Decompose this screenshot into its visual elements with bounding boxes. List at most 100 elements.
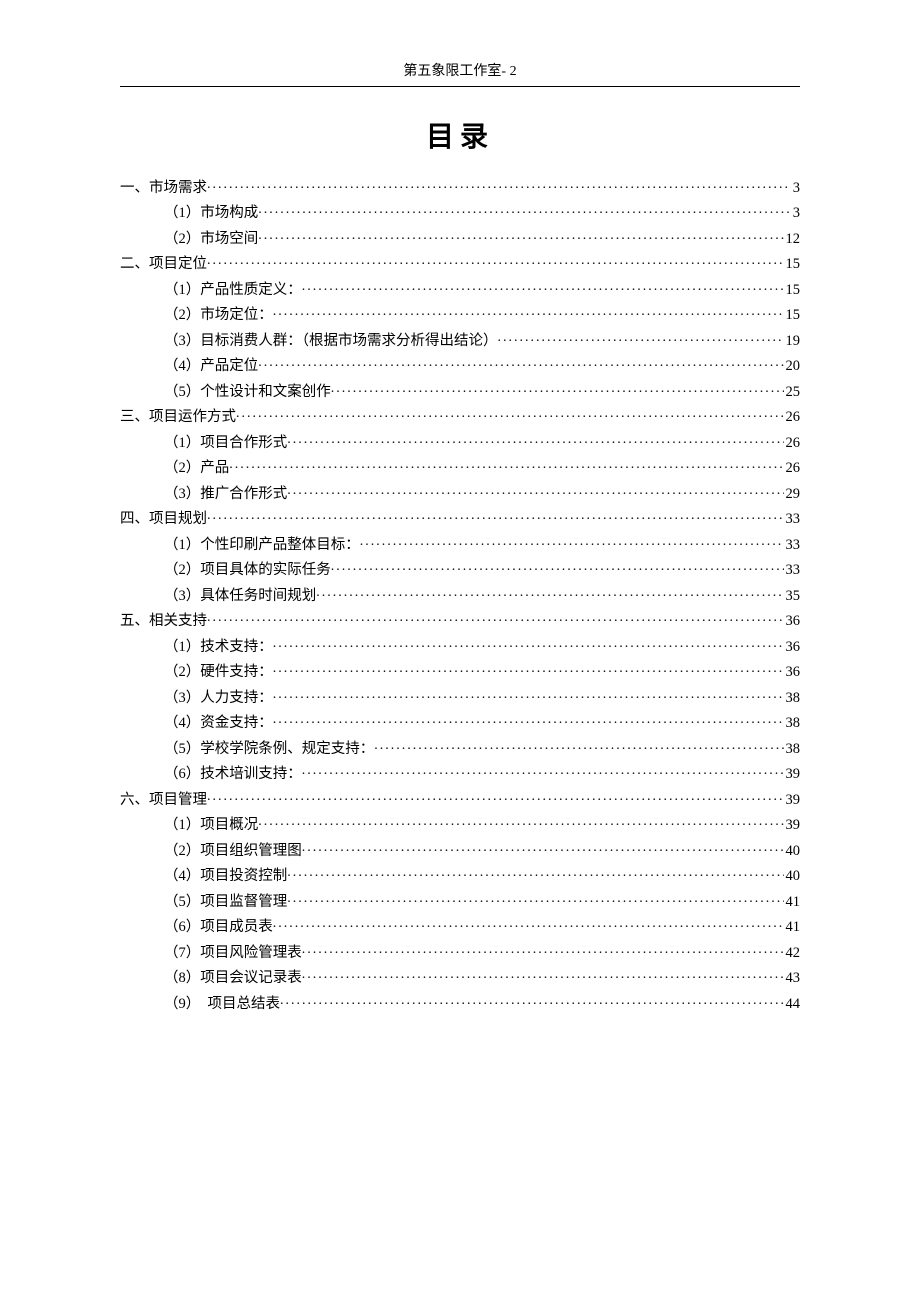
toc-entry: （3）具体任务时间规划 35 bbox=[120, 585, 800, 603]
toc-leader bbox=[287, 866, 783, 881]
toc-entry-page: 3 bbox=[791, 181, 800, 196]
toc-leader bbox=[287, 891, 783, 906]
toc-entry-label: （5）个性设计和文案创作 bbox=[164, 385, 331, 400]
toc-entry: （2）市场空间 12 bbox=[120, 228, 800, 246]
toc-entry-label: （1）个性印刷产品整体目标： bbox=[164, 538, 360, 553]
toc-entry: （1）个性印刷产品整体目标： 33 bbox=[120, 534, 800, 552]
toc-entry: （2）产品26 bbox=[120, 458, 800, 476]
toc-entry-label: （3）人力支持： bbox=[164, 691, 273, 706]
toc-leader bbox=[302, 764, 784, 779]
toc-entry-page: 41 bbox=[784, 895, 801, 910]
toc-leader bbox=[302, 968, 784, 983]
toc-entry-label: （5）项目监督管理 bbox=[164, 895, 287, 910]
toc-entry-label: 三、项目运作方式 bbox=[120, 410, 236, 425]
toc-leader bbox=[273, 662, 784, 677]
toc-entry-label: （3）具体任务时间规划 bbox=[164, 589, 316, 604]
toc-leader bbox=[236, 407, 784, 422]
toc-entry-label: （5）学校学院条例、规定支持： bbox=[164, 742, 374, 757]
toc-entry-label: （2）市场定位： bbox=[164, 308, 273, 323]
toc-entry-page: 41 bbox=[784, 920, 801, 935]
toc-entry-label: （1）技术支持： bbox=[164, 640, 273, 655]
toc-leader bbox=[302, 840, 784, 855]
toc-entry-page: 36 bbox=[784, 665, 801, 680]
toc-entry: （3）推广合作形式29 bbox=[120, 483, 800, 501]
toc-entry: （5）项目监督管理 41 bbox=[120, 891, 800, 909]
toc-entry: 三、项目运作方式26 bbox=[120, 407, 800, 425]
toc-entry-page: 38 bbox=[784, 742, 801, 757]
toc-leader bbox=[258, 815, 783, 830]
toc-entry-page: 15 bbox=[784, 257, 801, 272]
toc-entry: （2）项目具体的实际任务33 bbox=[120, 560, 800, 578]
toc-entry: 一、市场需求 3 bbox=[120, 177, 800, 195]
toc-entry-page: 19 bbox=[784, 334, 801, 349]
toc-entry-page: 29 bbox=[784, 487, 801, 502]
toc-entry-page: 33 bbox=[784, 512, 801, 527]
toc-entry-label: （8）项目会议记录表 bbox=[164, 971, 302, 986]
toc-leader bbox=[302, 942, 784, 957]
toc-leader bbox=[207, 177, 791, 192]
toc-entry: （4）资金支持： 38 bbox=[120, 713, 800, 731]
toc-entry-label: （1）项目合作形式 bbox=[164, 436, 287, 451]
toc-entry-label: （4）产品定位 bbox=[164, 359, 258, 374]
toc-leader bbox=[374, 738, 783, 753]
toc-entry-label: （3）目标消费人群：（根据市场需求分析得出结论） bbox=[164, 334, 498, 349]
table-of-contents: 一、市场需求3（1）市场构成3（2）市场空间12二、项目定位15（1）产品性质定… bbox=[120, 177, 800, 1011]
toc-leader bbox=[273, 636, 784, 651]
toc-leader bbox=[273, 305, 784, 320]
toc-leader bbox=[273, 917, 784, 932]
toc-entry-label: 六、项目管理 bbox=[120, 793, 207, 808]
toc-leader bbox=[316, 585, 783, 600]
toc-entry-page: 43 bbox=[784, 971, 801, 986]
toc-entry-label: （6）技术培训支持： bbox=[164, 767, 302, 782]
toc-leader bbox=[207, 254, 784, 269]
document-title: 目录 bbox=[120, 115, 800, 155]
toc-entry: （1）技术支持：36 bbox=[120, 636, 800, 654]
toc-entry-label: （2）市场空间 bbox=[164, 232, 258, 247]
toc-entry-page: 33 bbox=[784, 538, 801, 553]
page-header: 第五象限工作室- 2 bbox=[120, 60, 800, 87]
toc-entry: 六、项目管理39 bbox=[120, 789, 800, 807]
toc-entry: （3）人力支持：38 bbox=[120, 687, 800, 705]
toc-entry-page: 39 bbox=[784, 818, 801, 833]
toc-entry: 五、相关支持36 bbox=[120, 611, 800, 629]
toc-entry-page: 38 bbox=[784, 716, 801, 731]
toc-entry-page: 25 bbox=[784, 385, 801, 400]
toc-entry: 二、项目定位 15 bbox=[120, 254, 800, 272]
toc-leader bbox=[331, 560, 784, 575]
toc-entry: （2）硬件支持： 36 bbox=[120, 662, 800, 680]
toc-leader bbox=[287, 483, 783, 498]
toc-entry: （5）个性设计和文案创作 25 bbox=[120, 381, 800, 399]
toc-entry-label: （4）项目投资控制 bbox=[164, 869, 287, 884]
toc-leader bbox=[207, 789, 784, 804]
toc-entry-label: （2）产品 bbox=[164, 461, 229, 476]
toc-entry-page: 15 bbox=[784, 308, 801, 323]
toc-entry-label: （4）资金支持： bbox=[164, 716, 273, 731]
toc-entry-page: 12 bbox=[784, 232, 801, 247]
toc-entry-label: （2）硬件支持： bbox=[164, 665, 273, 680]
toc-entry: （3）目标消费人群：（根据市场需求分析得出结论） 19 bbox=[120, 330, 800, 348]
toc-entry: （5）学校学院条例、规定支持： 38 bbox=[120, 738, 800, 756]
toc-entry-page: 26 bbox=[784, 436, 801, 451]
toc-entry-page: 35 bbox=[784, 589, 801, 604]
toc-entry-page: 15 bbox=[784, 283, 801, 298]
toc-leader bbox=[207, 611, 784, 626]
toc-entry-page: 36 bbox=[784, 614, 801, 629]
toc-leader bbox=[258, 228, 783, 243]
toc-leader bbox=[258, 356, 783, 371]
toc-entry-label: 四、项目规划 bbox=[120, 512, 207, 527]
toc-entry-label: （1）项目概况 bbox=[164, 818, 258, 833]
toc-leader bbox=[287, 432, 783, 447]
toc-entry-page: 33 bbox=[784, 563, 801, 578]
toc-entry-label: （9） 项目总结表 bbox=[164, 997, 280, 1012]
toc-entry: （8）项目会议记录表 43 bbox=[120, 968, 800, 986]
toc-entry-page: 3 bbox=[791, 206, 800, 221]
toc-entry: （1）市场构成3 bbox=[120, 203, 800, 221]
toc-entry-label: 一、市场需求 bbox=[120, 181, 207, 196]
toc-entry-label: 二、项目定位 bbox=[120, 257, 207, 272]
toc-entry: （1）产品性质定义：15 bbox=[120, 279, 800, 297]
toc-leader bbox=[273, 687, 784, 702]
toc-entry-label: （6）项目成员表 bbox=[164, 920, 273, 935]
toc-entry: （4）产品定位20 bbox=[120, 356, 800, 374]
toc-leader bbox=[207, 509, 784, 524]
toc-entry: （2）市场定位： 15 bbox=[120, 305, 800, 323]
